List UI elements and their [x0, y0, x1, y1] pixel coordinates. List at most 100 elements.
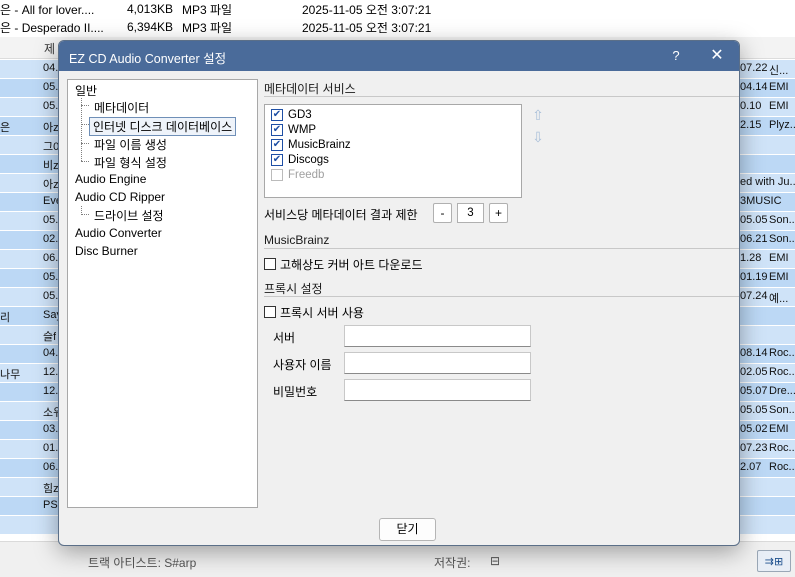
file-date: 2025-11-05 오전 3:07:21	[302, 20, 432, 35]
tree-connector	[81, 105, 89, 106]
track-cell: 05.07	[740, 385, 768, 397]
move-up-icon[interactable]: ⇧	[531, 106, 545, 124]
service-item-gd3[interactable]: ✔ GD3	[271, 107, 312, 122]
file-size: 6,394KB	[127, 20, 174, 34]
checkbox-checked-icon[interactable]: ✔	[271, 153, 283, 166]
file-name: 은 - All for lover....	[0, 2, 95, 17]
section-divider	[264, 96, 739, 97]
track-cell: 12.	[43, 366, 59, 378]
service-label: Discogs	[288, 153, 329, 166]
track-cell: 04.	[43, 347, 59, 359]
password-label: 비밀번호	[273, 385, 318, 399]
username-label: 사용자 이름	[273, 358, 332, 372]
tree-item-filename-generation[interactable]: 파일 이름 생성	[94, 136, 167, 153]
track-cell: 05.	[43, 271, 59, 283]
decrement-button[interactable]: -	[433, 203, 452, 223]
file-type: MP3 파일	[182, 20, 233, 35]
track-cell: Dre...	[769, 385, 795, 397]
convert-icon[interactable]: ⇉⊞	[757, 550, 791, 572]
service-item-wmp[interactable]: ✔ WMP	[271, 122, 316, 137]
proxy-settings-title: 프록시 설정	[264, 282, 323, 296]
checkbox-checked-icon[interactable]: ✔	[271, 108, 283, 121]
checkbox-checked-icon[interactable]: ✔	[271, 138, 283, 151]
dialog-title: EZ CD Audio Converter 설정	[69, 52, 227, 66]
track-cell: Roc...	[769, 461, 795, 473]
track-cell: 리	[0, 312, 11, 324]
increment-button[interactable]: +	[489, 203, 508, 223]
track-cell: 05.	[43, 81, 59, 93]
use-proxy-label: 프록시 서버 사용	[280, 305, 364, 320]
track-cell: EMI	[769, 100, 789, 112]
hires-cover-option[interactable]: 고해상도 커버 아트 다운로드	[264, 256, 422, 272]
track-cell: 아z	[43, 179, 59, 191]
track-cell: 05.05	[740, 404, 768, 416]
server-label: 서버	[273, 331, 296, 345]
track-cell: 1.28	[740, 252, 762, 264]
track-cell: 신...	[769, 65, 789, 77]
tree-item-drive-settings[interactable]: 드라이브 설정	[94, 207, 164, 224]
metadata-services-list: ✔ GD3 ✔ WMP ✔ MusicBrainz ✔ Discogs Free…	[264, 104, 522, 198]
tree-item-file-format[interactable]: 파일 형식 설정	[94, 154, 167, 171]
checkbox-unchecked-icon[interactable]	[271, 168, 283, 181]
track-cell: 05.	[43, 100, 59, 112]
tree-item-audio-engine[interactable]: Audio Engine	[75, 172, 146, 186]
file-row[interactable]: 은 - All for lover.... 4,013KB MP3 파일 202…	[0, 0, 440, 18]
hires-cover-label: 고해상도 커버 아트 다운로드	[280, 257, 423, 272]
settings-dialog: EZ CD Audio Converter 설정 ? ✕ 일반 메타데이터 인터…	[58, 40, 740, 546]
track-cell: 예...	[769, 293, 789, 305]
file-type: MP3 파일	[182, 2, 233, 17]
service-item-discogs[interactable]: ✔ Discogs	[271, 152, 329, 167]
service-item-freedb[interactable]: Freedb	[271, 167, 324, 182]
tree-connector	[81, 143, 89, 144]
column-header[interactable]: 제	[44, 40, 55, 57]
track-artist-label: 트랙 아티스트: S#arp	[88, 556, 197, 570]
track-cell: EMI	[769, 271, 789, 283]
checkbox-unchecked-icon[interactable]	[264, 258, 276, 270]
track-cell: 은	[0, 122, 11, 134]
track-cell: Son...	[769, 233, 795, 245]
track-cell: Plyz...	[769, 119, 795, 131]
track-cell: 나무	[0, 369, 21, 381]
result-limit-value[interactable]: 3	[457, 203, 484, 223]
tree-item-internet-disc-db[interactable]: 인터넷 디스크 데이터베이스	[89, 117, 237, 136]
track-cell: 01.	[43, 442, 59, 454]
checkbox-checked-icon[interactable]: ✔	[271, 123, 283, 136]
track-cell: 06.21	[740, 233, 768, 245]
file-date: 2025-11-05 오전 3:07:21	[302, 2, 432, 17]
track-cell: 슬f	[43, 331, 57, 343]
result-limit-row: 서비스당 메타데이터 결과 제한 - 3 +	[264, 203, 524, 225]
settings-tree: 일반 메타데이터 인터넷 디스크 데이터베이스 파일 이름 생성 파일 형식 설…	[67, 79, 258, 508]
password-input[interactable]	[344, 379, 531, 401]
checkbox-unchecked-icon[interactable]	[264, 306, 276, 318]
move-down-icon[interactable]: ⇩	[531, 128, 545, 146]
file-row[interactable]: 은 - Desperado II.... 6,394KB MP3 파일 2025…	[0, 18, 440, 36]
tree-item-audio-cd-ripper[interactable]: Audio CD Ripper	[75, 190, 165, 204]
tree-item-audio-converter[interactable]: Audio Converter	[75, 226, 162, 240]
metadata-services-title: 메타데이터 서비스	[264, 82, 356, 96]
track-cell: EMI	[769, 423, 789, 435]
musicbrainz-title: MusicBrainz	[264, 233, 330, 247]
track-cell: 06.	[43, 252, 59, 264]
track-cell: Son...	[769, 404, 795, 416]
username-input[interactable]	[344, 352, 531, 374]
server-input[interactable]	[344, 325, 531, 347]
help-button[interactable]: ?	[665, 45, 687, 67]
track-cell: 힘z	[43, 483, 59, 495]
track-cell: EMI	[769, 252, 789, 264]
tree-item-metadata[interactable]: 메타데이터	[94, 99, 149, 116]
track-cell: 2.15	[740, 119, 762, 131]
tree-item-general[interactable]: 일반	[75, 82, 97, 99]
use-proxy-option[interactable]: 프록시 서버 사용	[264, 304, 364, 320]
track-cell: 05.	[43, 214, 59, 226]
track-cell: 04.14	[740, 81, 768, 93]
dialog-titlebar[interactable]: EZ CD Audio Converter 설정 ? ✕	[59, 41, 739, 71]
copyright-icon: ⊟	[490, 554, 501, 568]
track-cell: Roc...	[769, 366, 795, 378]
tree-item-disc-burner[interactable]: Disc Burner	[75, 244, 138, 258]
service-item-musicbrainz[interactable]: ✔ MusicBrainz	[271, 137, 351, 152]
track-cell: 05.02	[740, 423, 768, 435]
track-cell: 07.22	[740, 62, 768, 74]
track-cell: 04.	[43, 62, 59, 74]
close-button[interactable]: 닫기	[379, 518, 436, 541]
close-icon[interactable]: ✕	[703, 45, 731, 67]
